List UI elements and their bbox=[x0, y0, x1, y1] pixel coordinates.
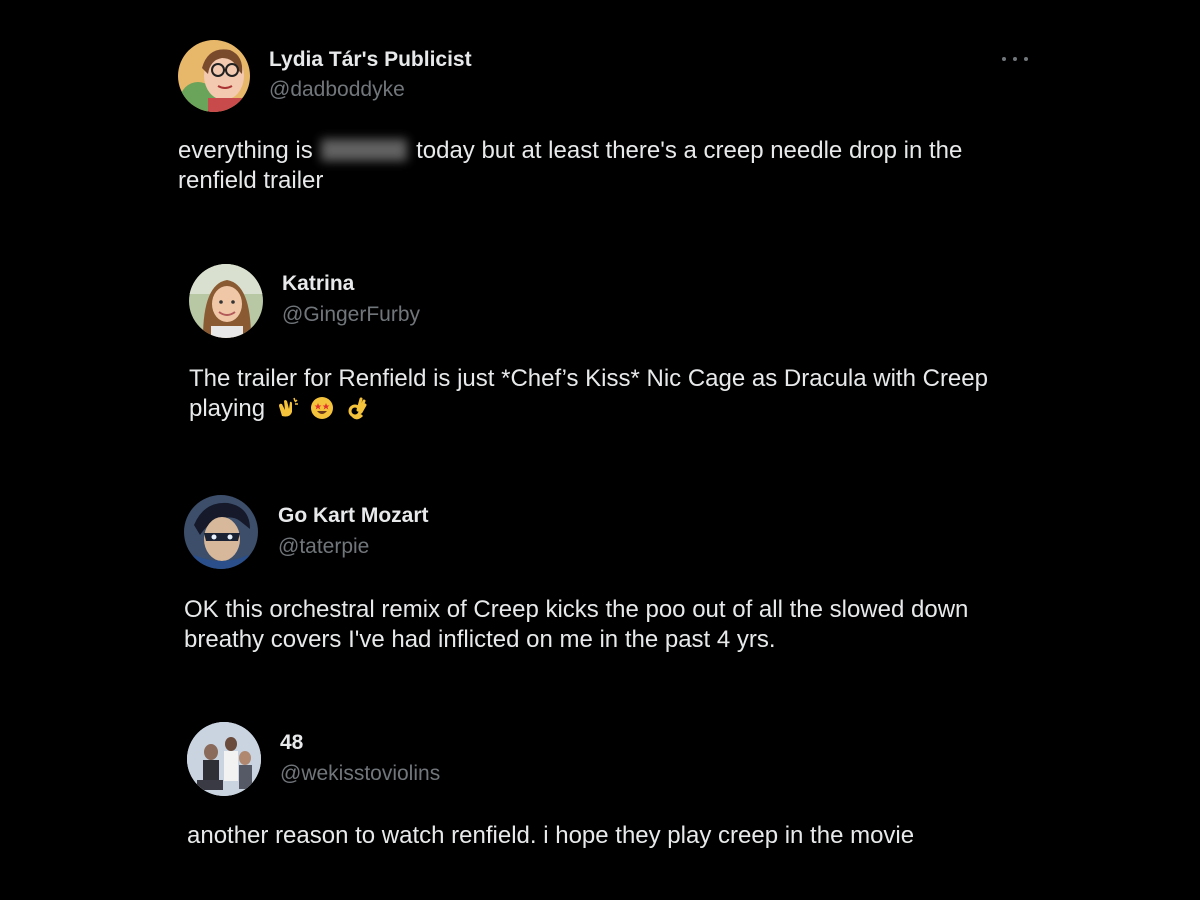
display-name[interactable]: 48 bbox=[280, 731, 303, 755]
tweet-2: Katrina @GingerFurby The trailer for Ren… bbox=[189, 264, 1029, 434]
tweet-text: everything is today but at least there's… bbox=[178, 136, 1028, 196]
display-name[interactable]: Katrina bbox=[282, 272, 354, 296]
tweet-text: OK this orchestral remix of Creep kicks … bbox=[184, 596, 969, 653]
display-name[interactable]: Go Kart Mozart bbox=[278, 504, 429, 528]
user-handle[interactable]: @dadboddyke bbox=[269, 78, 405, 102]
tweet-text: The trailer for Renfield is just *Chef’s… bbox=[189, 364, 1029, 424]
more-icon[interactable] bbox=[1002, 50, 1028, 68]
tweet-text-before: everything is bbox=[178, 137, 313, 164]
star-struck-emoji bbox=[310, 396, 334, 420]
display-name[interactable]: Lydia Tár's Publicist bbox=[269, 48, 472, 72]
tweet-1: Lydia Tár's Publicist @dadboddyke everyt… bbox=[178, 40, 1028, 200]
user-handle[interactable]: @wekisstoviolins bbox=[280, 762, 440, 786]
avatar[interactable] bbox=[178, 40, 250, 112]
ok-hand-emoji bbox=[345, 396, 369, 420]
avatar[interactable] bbox=[184, 495, 258, 569]
clapping-hands-emoji bbox=[276, 396, 300, 420]
tweet-text-content: The trailer for Renfield is just *Chef’s… bbox=[189, 365, 988, 422]
tweet-4: 48 @wekisstoviolins another reason to wa… bbox=[187, 722, 1029, 862]
blurred-word bbox=[321, 139, 408, 161]
user-handle[interactable]: @GingerFurby bbox=[282, 303, 420, 327]
tweet-3: Go Kart Mozart @taterpie OK this orchest… bbox=[184, 495, 1029, 665]
tweet-text: another reason to watch renfield. i hope… bbox=[187, 822, 915, 849]
avatar[interactable] bbox=[189, 264, 263, 338]
avatar[interactable] bbox=[187, 722, 261, 796]
user-handle[interactable]: @taterpie bbox=[278, 535, 369, 559]
